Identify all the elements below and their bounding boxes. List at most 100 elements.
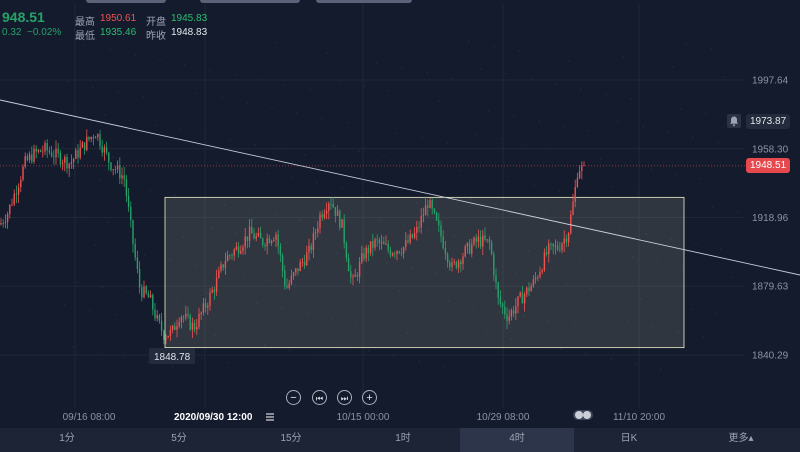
- timeframe-15m[interactable]: 15分: [234, 428, 348, 452]
- minus-icon[interactable]: −: [286, 390, 301, 405]
- candle: [270, 240, 273, 244]
- step-back-icon[interactable]: ⏮: [312, 390, 327, 405]
- candle: [438, 220, 440, 226]
- map-dot: [376, 62, 378, 64]
- map-dot: [234, 74, 236, 76]
- candle: [394, 253, 396, 255]
- prev-close-label: 昨收: [146, 31, 166, 42]
- candle: [136, 257, 139, 269]
- candle: [123, 175, 125, 180]
- map-dot: [722, 76, 724, 78]
- candle: [574, 186, 576, 203]
- candle: [281, 255, 284, 271]
- candle: [372, 241, 374, 248]
- map-dot: [316, 182, 318, 184]
- candle: [132, 220, 134, 245]
- map-dot: [142, 96, 144, 98]
- map-dot: [725, 183, 727, 185]
- map-dot: [630, 98, 632, 100]
- candle: [297, 268, 299, 272]
- map-dot: [333, 145, 335, 147]
- candle: [497, 282, 499, 298]
- prev-close-value: 1948.83: [171, 27, 208, 38]
- candle: [576, 178, 579, 187]
- map-dot: [612, 186, 614, 188]
- candle: [66, 156, 68, 169]
- candle: [147, 293, 150, 298]
- candle: [119, 165, 121, 179]
- candle: [387, 244, 389, 250]
- candle: [548, 243, 550, 255]
- candle: [277, 234, 279, 247]
- alert-price-tag[interactable]: 1973.87: [746, 114, 791, 130]
- candle: [31, 154, 33, 162]
- candle: [464, 246, 466, 257]
- candle: [158, 315, 161, 321]
- map-dot: [558, 190, 560, 192]
- candle: [209, 292, 211, 306]
- map-dot: [99, 179, 101, 181]
- timeframe-1d[interactable]: 日K: [572, 428, 686, 452]
- candle: [303, 261, 306, 266]
- bell-icon[interactable]: [727, 114, 741, 128]
- candle: [314, 232, 317, 234]
- timeframe-more[interactable]: 更多▴: [684, 428, 798, 452]
- map-dot: [518, 50, 520, 52]
- map-dot: [92, 86, 94, 88]
- candle: [196, 326, 198, 330]
- timeframe-1m[interactable]: 1分: [10, 428, 124, 452]
- candle: [108, 152, 110, 163]
- candle: [363, 253, 365, 259]
- step-forward-icon[interactable]: ⏭: [337, 390, 352, 405]
- map-dot: [309, 89, 311, 91]
- candle: [424, 205, 427, 216]
- candle: [266, 238, 268, 247]
- candle: [101, 146, 103, 153]
- plus-icon[interactable]: +: [362, 390, 377, 405]
- candle: [22, 166, 24, 180]
- candle: [240, 250, 242, 254]
- candle: [508, 316, 510, 321]
- candle: [466, 242, 469, 247]
- candle: [213, 289, 216, 292]
- map-dot: [119, 249, 121, 251]
- candle: [319, 214, 321, 228]
- candle: [510, 310, 513, 317]
- candle: [350, 271, 352, 278]
- map-dot: [463, 105, 465, 107]
- candle: [354, 274, 356, 277]
- candle: [189, 315, 191, 330]
- candle: [202, 303, 205, 313]
- map-dot: [69, 239, 71, 241]
- candle: [435, 212, 438, 221]
- candle: [583, 164, 585, 166]
- candle: [365, 247, 367, 259]
- map-dot: [525, 143, 527, 145]
- candle: [116, 165, 119, 170]
- map-dot: [695, 243, 697, 245]
- last-price: 948.51: [2, 9, 45, 25]
- map-dot: [149, 189, 151, 191]
- candle: [512, 310, 515, 314]
- candle: [9, 204, 11, 215]
- candle: [257, 233, 260, 236]
- candle: [226, 255, 229, 262]
- timeframe-1h[interactable]: 1时: [346, 428, 460, 452]
- price-chart[interactable]: 1997.64 1958.30 1918.96 1879.63 1840.29 1848.…: [0, 0, 800, 428]
- timeframe-5m[interactable]: 5分: [122, 428, 236, 452]
- y-tick-label: 1879.63: [752, 282, 789, 293]
- map-dot: [505, 73, 507, 75]
- candle: [167, 335, 169, 338]
- map-dot: [279, 149, 281, 151]
- candle: [567, 233, 570, 243]
- candle: [411, 234, 414, 238]
- candle: [207, 305, 209, 308]
- timeframe-4h[interactable]: 4时: [460, 428, 574, 452]
- map-dot: [493, 45, 495, 47]
- candle: [539, 272, 541, 278]
- toggle-switch[interactable]: [573, 410, 593, 420]
- candle: [312, 233, 315, 251]
- candle: [112, 169, 114, 171]
- map-dot: [508, 180, 510, 182]
- candle: [501, 303, 504, 307]
